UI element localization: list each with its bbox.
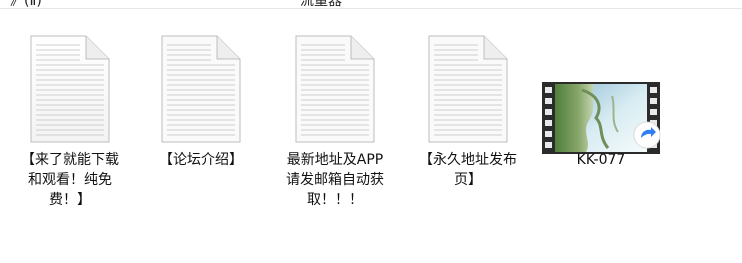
- file-item[interactable]: KK-077: [542, 32, 661, 212]
- file-item[interactable]: 【来了就能下载和观看！纯免费！】: [15, 32, 125, 212]
- file-name-label: 【永久地址发布页】: [419, 152, 517, 188]
- file-name-label: 最新地址及APP请发邮箱自动获取！！！: [286, 152, 384, 208]
- file-item[interactable]: 【论坛介绍】: [146, 32, 256, 212]
- file-name-label: 【论坛介绍】: [159, 152, 243, 168]
- file-name-label: KK-077: [576, 152, 626, 168]
- document-icon: [161, 35, 241, 143]
- document-icon: [295, 35, 375, 143]
- file-item[interactable]: 【永久地址发布页】: [413, 32, 523, 212]
- file-grid: 【来了就能下载和观看！纯免费！】 【论坛介绍】 最新地址及APP请发邮箱自动获取…: [0, 0, 742, 263]
- document-icon: [428, 35, 508, 143]
- shortcut-arrow-icon: [633, 121, 661, 149]
- file-item[interactable]: 最新地址及APP请发邮箱自动获取！！！: [280, 32, 390, 212]
- document-icon: [30, 35, 110, 143]
- file-name-label: 【来了就能下载和观看！纯免费！】: [21, 152, 119, 208]
